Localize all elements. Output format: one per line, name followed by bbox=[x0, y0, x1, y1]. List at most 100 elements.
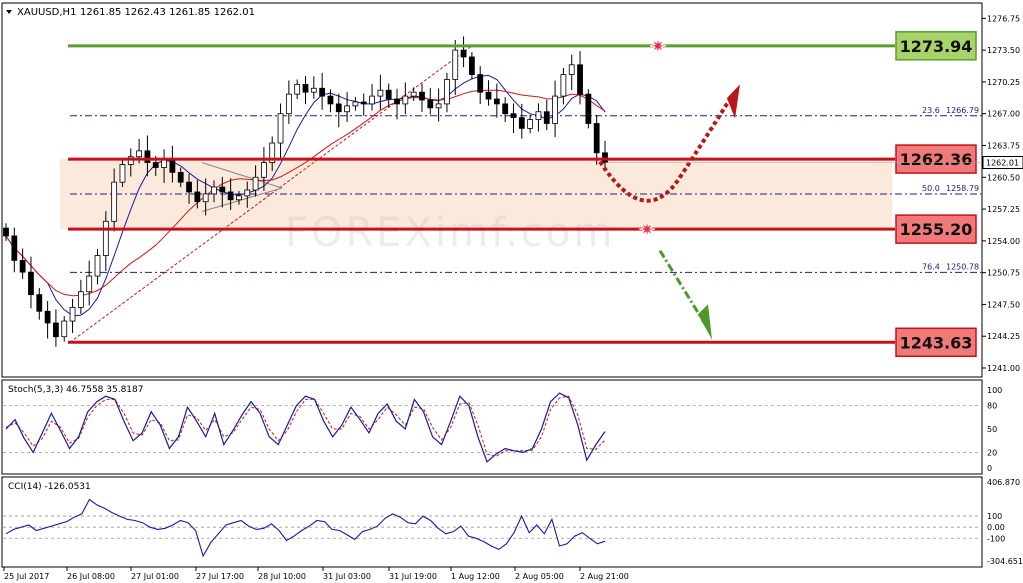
price-tick-label: 1254.00 bbox=[987, 237, 1020, 246]
candle-body bbox=[244, 189, 251, 197]
support-3-label: 1243.63 bbox=[900, 333, 973, 352]
time-tick-label: 31 Jul 03:00 bbox=[323, 572, 371, 581]
cci-tick-label: 0.00 bbox=[987, 523, 1005, 532]
candle-body bbox=[352, 101, 359, 107]
fib-value-label: 1250.78 bbox=[946, 262, 979, 271]
breakdown-star-icon bbox=[638, 221, 656, 238]
candle-body bbox=[111, 181, 118, 222]
resistance-label: 1273.94 bbox=[900, 37, 973, 56]
candle-body bbox=[211, 186, 217, 195]
price-tick-label: 1244.25 bbox=[987, 332, 1020, 341]
candle-body bbox=[77, 291, 84, 308]
candle-body bbox=[335, 103, 342, 113]
cci-panel-frame bbox=[1, 476, 983, 568]
stoch-tick-label: 100 bbox=[987, 386, 1002, 395]
candle-body bbox=[19, 260, 26, 273]
stoch-tick-label: 50 bbox=[987, 425, 997, 434]
candle-body bbox=[136, 150, 143, 158]
candle-body bbox=[186, 181, 192, 193]
price-tick-label: 1263.75 bbox=[987, 141, 1020, 150]
candle-body bbox=[194, 191, 201, 203]
cci-tick-label: 100 bbox=[987, 512, 1002, 521]
candle-body bbox=[327, 95, 334, 105]
fib-ratio-label: 50.0 bbox=[922, 184, 940, 193]
candle-body bbox=[360, 101, 367, 105]
candle-body bbox=[577, 64, 583, 95]
candle-body bbox=[28, 271, 34, 296]
time-tick-label: 2 Aug 05:00 bbox=[515, 572, 564, 581]
candle-body bbox=[285, 93, 292, 115]
candle-body bbox=[227, 191, 234, 201]
candle-body bbox=[560, 74, 567, 97]
candle-body bbox=[302, 83, 309, 93]
stoch-tick-label: 80 bbox=[987, 402, 997, 411]
candle-body bbox=[460, 49, 467, 58]
candle-body bbox=[61, 320, 68, 338]
candle-body bbox=[435, 103, 442, 109]
support-1-label: 1262.36 bbox=[900, 150, 973, 169]
cci-title: CCI(14) -126.0531 bbox=[8, 482, 91, 492]
price-tick-label: 1270.25 bbox=[987, 78, 1020, 87]
fib-ratio-label: 23.6 bbox=[922, 106, 940, 115]
candle-body bbox=[177, 171, 184, 183]
candle-body bbox=[468, 56, 475, 75]
stoch-panel-frame bbox=[1, 379, 983, 475]
candle-body bbox=[3, 227, 9, 237]
price-tick-label: 1267.00 bbox=[987, 110, 1020, 119]
candle-body bbox=[419, 91, 425, 101]
candle-body bbox=[86, 275, 93, 293]
breakout-star-icon bbox=[649, 37, 667, 54]
time-tick-label: 28 Jul 10:00 bbox=[258, 572, 306, 581]
support-2-label: 1255.20 bbox=[900, 220, 973, 239]
candle-body bbox=[236, 195, 242, 201]
time-tick-label: 2 Aug 21:00 bbox=[580, 572, 629, 581]
candle-body bbox=[493, 98, 500, 105]
candle-body bbox=[144, 150, 151, 164]
candle-body bbox=[102, 220, 109, 256]
candle-body bbox=[277, 113, 284, 144]
candle-body bbox=[477, 74, 484, 93]
candle-body bbox=[377, 89, 384, 97]
fib-ratio-label: 76.4 bbox=[922, 262, 940, 271]
watermark: FOREXimf.com bbox=[285, 210, 615, 256]
candle-body bbox=[510, 113, 517, 119]
time-tick-label: 26 Jul 08:00 bbox=[67, 572, 115, 581]
candle-body bbox=[385, 89, 392, 100]
time-tick-label: 25 Jul 2017 bbox=[4, 572, 49, 581]
time-axis: 25 Jul 2017 26 Jul 08:00 27 Jul 01:00 27 Ju… bbox=[3, 567, 629, 581]
candle-body bbox=[94, 255, 101, 277]
cci-tick-label: 406.870 bbox=[987, 478, 1020, 487]
stoch-title: Stoch(5,3,3) 46.7558 35.8187 bbox=[8, 385, 143, 395]
current-price-label: 1262.01 bbox=[986, 159, 1019, 168]
candle-body bbox=[252, 176, 259, 191]
candle-body bbox=[202, 193, 209, 203]
cci-tick-label: -100 bbox=[987, 534, 1005, 543]
candle-body bbox=[344, 105, 350, 113]
candle-body bbox=[585, 93, 592, 124]
price-tick-label: 1250.75 bbox=[987, 269, 1020, 278]
time-tick-label: 31 Jul 19:00 bbox=[389, 572, 437, 581]
ohlc-label: 1261.85 1262.43 1261.85 1262.01 bbox=[80, 7, 255, 18]
candle-body bbox=[552, 95, 558, 124]
candle-body bbox=[11, 235, 18, 261]
stoch-tick-label: 20 bbox=[987, 448, 997, 457]
candle-body bbox=[310, 87, 317, 93]
price-tick-label: 1260.50 bbox=[987, 173, 1020, 182]
symbol-label: XAUUSD,H1 bbox=[17, 7, 76, 18]
candle-body bbox=[53, 322, 59, 338]
price-tick-label: 1257.25 bbox=[987, 205, 1020, 214]
candle-body bbox=[319, 87, 326, 97]
trading-chart[interactable]: 23.6 1266.79 50.0 1258.79 76.4 1250.78 FOREXi… bbox=[0, 0, 1023, 583]
candle-body bbox=[518, 117, 525, 129]
time-tick-label: 27 Jul 01:00 bbox=[131, 572, 179, 581]
candle-body bbox=[502, 103, 509, 115]
candle-body bbox=[410, 91, 417, 97]
candle-body bbox=[44, 310, 51, 324]
candle-body bbox=[568, 64, 575, 75]
price-tick-label: 1241.00 bbox=[987, 364, 1020, 373]
fib-value-label: 1258.79 bbox=[946, 184, 979, 193]
candle-body bbox=[152, 162, 159, 168]
candle-body bbox=[219, 186, 226, 193]
price-tick-label: 1247.50 bbox=[987, 300, 1020, 309]
candle-body bbox=[527, 119, 534, 129]
